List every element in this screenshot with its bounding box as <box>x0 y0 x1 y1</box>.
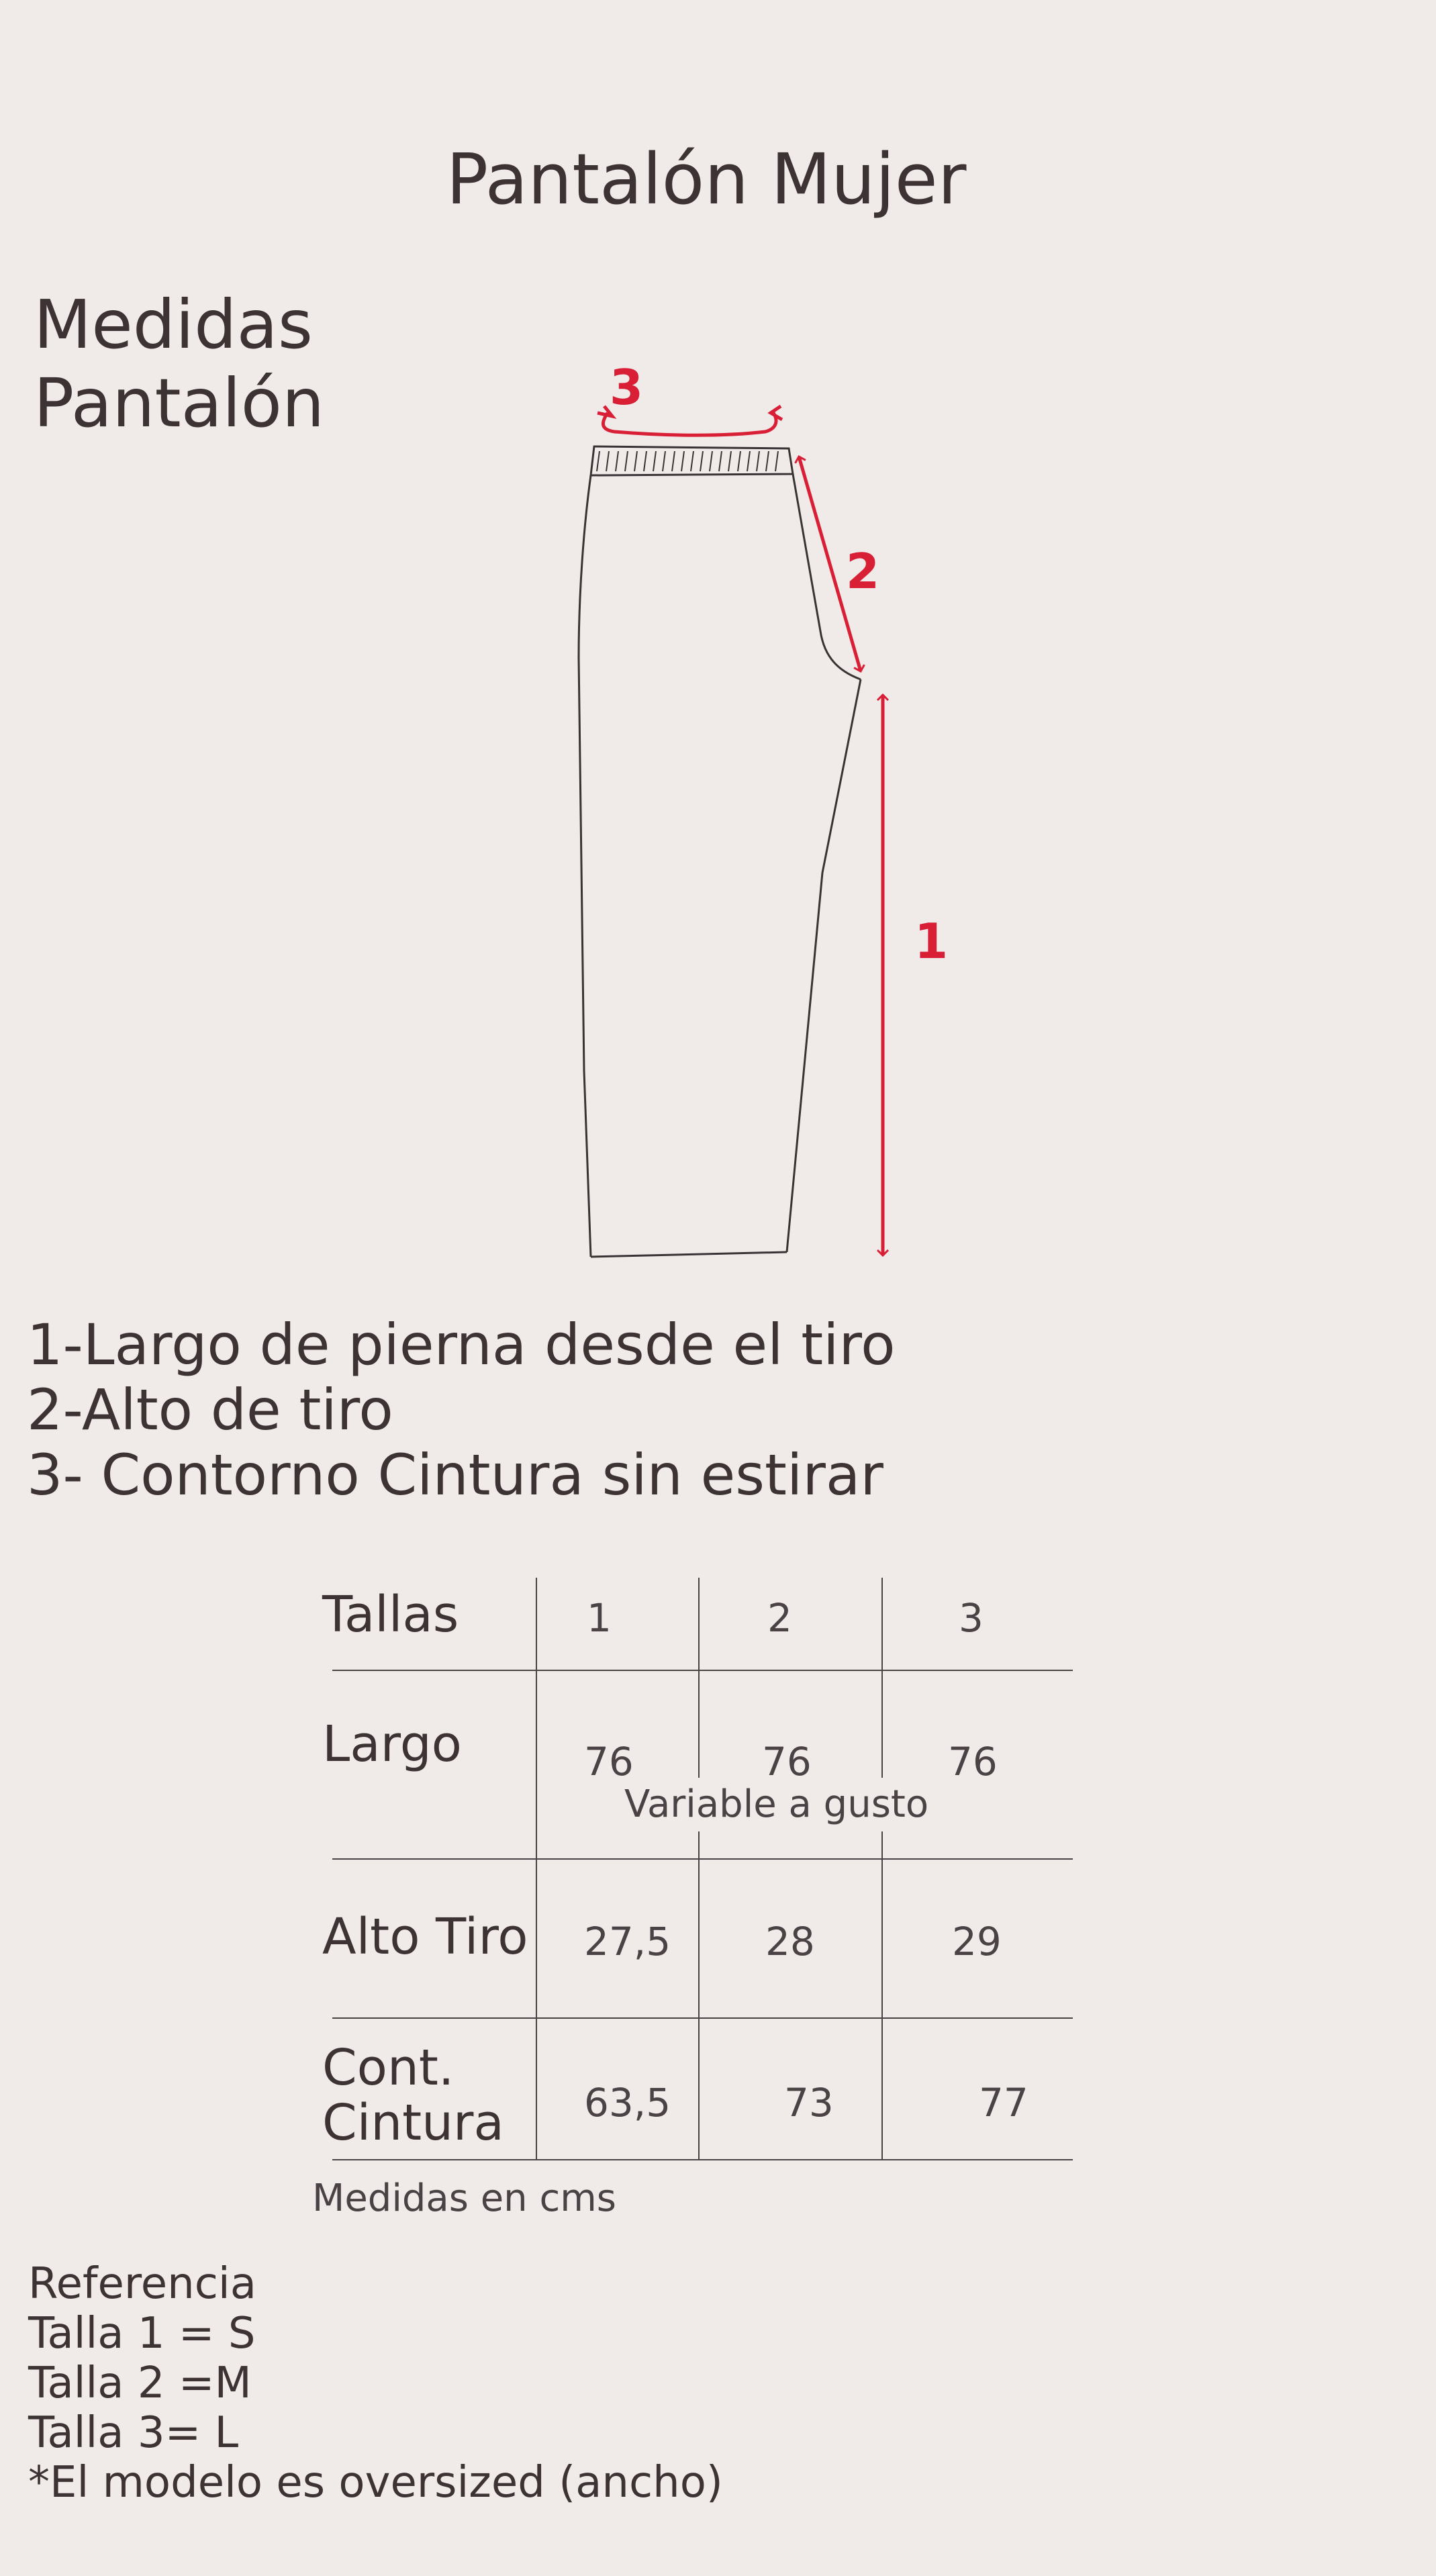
table-cell: 27,5 <box>584 1919 671 1964</box>
size-header: 1 <box>587 1595 612 1641</box>
table-cell: 73 <box>784 2080 834 2126</box>
table-divider <box>332 1858 1073 1860</box>
table-divider <box>698 1578 700 2160</box>
table-divider <box>536 1578 537 2160</box>
table-cell: 76 <box>762 1739 812 1784</box>
size-header: 3 <box>959 1595 984 1641</box>
table-cell: 76 <box>584 1739 634 1784</box>
table-cell: 29 <box>952 1919 1002 1964</box>
table-divider <box>332 2017 1073 2019</box>
table-cell: 63,5 <box>584 2080 671 2126</box>
size-header: 2 <box>767 1595 792 1641</box>
row-label-cont-cintura-1: Cont. <box>322 2039 454 2097</box>
size-references: Referencia Talla 1 = S Talla 2 =M Talla … <box>28 2259 723 2508</box>
row-label-cont-cintura-2: Cintura <box>322 2094 504 2152</box>
units-note: Medidas en cms <box>312 2177 616 2220</box>
pants-diagram: 3 2 1 <box>577 359 948 1258</box>
legend-item-3: 3- Contorno Cintura sin estirar <box>27 1442 883 1508</box>
reference-item: Talla 3= L <box>28 2408 239 2458</box>
legend-item-1: 1-Largo de pierna desde el tiro <box>27 1312 896 1378</box>
reference-item: Talla 2 =M <box>28 2358 252 2408</box>
pants-outline <box>577 445 862 1258</box>
table-divider <box>332 1670 1073 1671</box>
waist-measure-label: 3 <box>610 359 643 416</box>
table-header-label: Tallas <box>322 1586 459 1643</box>
row-label-alto-tiro: Alto Tiro <box>322 1908 528 1966</box>
note-backdrop <box>611 1778 947 1831</box>
references-heading: Referencia <box>28 2259 256 2309</box>
table-divider <box>881 1578 883 2160</box>
waistband-ribbing <box>596 450 779 472</box>
table-cell: 76 <box>948 1739 998 1784</box>
legend-item-2: 2-Alto de tiro <box>27 1377 393 1443</box>
table-divider <box>332 2159 1073 2160</box>
row-label-largo: Largo <box>322 1715 462 1773</box>
leg-length-measure-label: 1 <box>914 913 948 969</box>
largo-note: Variable a gusto <box>624 1782 929 1826</box>
oversized-note: *El modelo es oversized (ancho) <box>28 2458 723 2508</box>
reference-item: Talla 1 = S <box>28 2309 256 2358</box>
rise-measure-label: 2 <box>846 543 879 600</box>
table-cell: 28 <box>765 1919 815 1964</box>
measurement-legend: 1-Largo de pierna desde el tiro 2-Alto d… <box>27 1313 896 1508</box>
table-cell: 77 <box>979 2080 1028 2126</box>
